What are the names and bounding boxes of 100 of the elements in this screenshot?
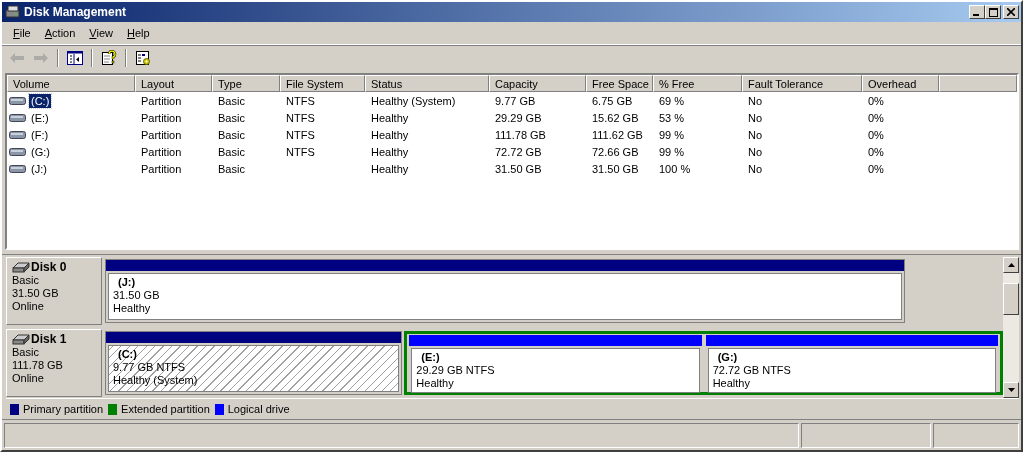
partition-status: Healthy bbox=[416, 377, 455, 390]
column-header[interactable]: Free Space bbox=[586, 75, 653, 92]
table-cell: 6.75 GB bbox=[592, 94, 633, 107]
table-cell: NTFS bbox=[286, 128, 315, 141]
menu-item[interactable]: View bbox=[82, 27, 120, 39]
table-cell: Healthy bbox=[371, 111, 409, 124]
table-cell: Basic bbox=[218, 145, 245, 158]
partition-label: (G:) bbox=[716, 351, 739, 364]
table-cell: Basic bbox=[218, 128, 245, 141]
table-cell: NTFS bbox=[286, 145, 315, 158]
table-cell: Partition bbox=[141, 128, 182, 141]
table-cell: 29.29 GB bbox=[495, 111, 542, 124]
drive-icon bbox=[9, 163, 27, 174]
table-cell: 9.77 GB bbox=[495, 94, 536, 107]
table-cell: Healthy bbox=[371, 162, 409, 175]
drive-label[interactable]: (E:) bbox=[29, 110, 51, 125]
drive-icon bbox=[9, 95, 27, 106]
disk-name: Disk 0 bbox=[31, 261, 67, 274]
table-cell: NTFS bbox=[286, 94, 315, 107]
right-arrow-icon bbox=[34, 53, 48, 63]
table-cell: 72.72 GB bbox=[495, 145, 542, 158]
column-header[interactable]: % Free bbox=[653, 75, 742, 92]
legend-label: Logical drive bbox=[227, 403, 290, 415]
column-header[interactable]: Layout bbox=[135, 75, 212, 92]
table-cell: No bbox=[748, 128, 763, 141]
close-icon bbox=[1007, 8, 1015, 16]
drive-label[interactable]: (F:) bbox=[29, 127, 51, 142]
partition-size: 9.77 GB NTFS bbox=[113, 361, 187, 374]
minimize-button[interactable] bbox=[969, 5, 985, 19]
partition-size: 31.50 GB bbox=[113, 289, 161, 302]
partition-status: Healthy (System) bbox=[113, 374, 199, 387]
drive-icon bbox=[9, 146, 27, 157]
column-header[interactable]: Volume bbox=[7, 75, 135, 92]
maximize-button[interactable] bbox=[985, 5, 1001, 19]
disk-info-panel[interactable]: Disk 0 Basic 31.50 GB Online bbox=[6, 257, 102, 325]
table-cell: 111.62 GB bbox=[592, 128, 643, 141]
table-cell: Basic bbox=[218, 162, 245, 175]
column-header[interactable]: Status bbox=[365, 75, 489, 92]
column-header[interactable]: Fault Tolerance bbox=[742, 75, 862, 92]
table-cell: Healthy bbox=[371, 128, 409, 141]
column-header[interactable]: Type bbox=[212, 75, 280, 92]
left-arrow-icon bbox=[10, 53, 24, 63]
column-header[interactable]: Overhead bbox=[862, 75, 939, 92]
partition-label: (C:) bbox=[117, 348, 138, 361]
disk-icon bbox=[12, 334, 30, 345]
partition-status: Healthy bbox=[113, 302, 152, 315]
maximize-icon bbox=[988, 7, 998, 17]
column-header[interactable]: Capacity bbox=[489, 75, 586, 92]
table-cell: Healthy (System) bbox=[371, 94, 456, 107]
menu-item[interactable]: File bbox=[6, 27, 38, 39]
table-cell: No bbox=[748, 94, 763, 107]
table-cell: No bbox=[748, 145, 763, 158]
table-cell: 0% bbox=[868, 162, 884, 175]
menu-item[interactable]: Action bbox=[37, 27, 83, 39]
disk-type: Basic bbox=[12, 274, 40, 287]
legend-label: Extended partition bbox=[121, 403, 210, 415]
partition-block[interactable]: (J:) 31.50 GB Healthy bbox=[105, 259, 905, 323]
table-cell: 99 % bbox=[659, 128, 685, 141]
table-cell: 69 % bbox=[659, 94, 685, 107]
table-cell: 53 % bbox=[659, 111, 685, 124]
drive-label[interactable]: (C:) bbox=[29, 93, 52, 108]
table-cell: 0% bbox=[868, 145, 884, 158]
partition-block[interactable]: (G:) 72.72 GB NTFS Healthy bbox=[704, 334, 999, 391]
table-cell: 0% bbox=[868, 111, 884, 124]
disk-info-panel[interactable]: Disk 1 Basic 111.78 GB Online bbox=[6, 329, 102, 397]
table-cell: 31.50 GB bbox=[495, 162, 542, 175]
table-cell: Partition bbox=[141, 111, 182, 124]
extended-partition[interactable]: (E:) 29.29 GB NTFS Healthy (G:) 72.72 GB NTFS Healthy bbox=[404, 331, 1003, 395]
column-header[interactable]: File System bbox=[280, 75, 365, 92]
drive-icon bbox=[9, 112, 27, 123]
table-cell: 31.50 GB bbox=[592, 162, 639, 175]
table-cell: 0% bbox=[868, 128, 884, 141]
table-cell: Basic bbox=[218, 94, 245, 107]
table-cell: NTFS bbox=[286, 111, 315, 124]
table-cell: 72.66 GB bbox=[592, 145, 639, 158]
table-cell: No bbox=[748, 111, 763, 124]
disk-icon bbox=[12, 262, 30, 273]
drive-label[interactable]: (G:) bbox=[29, 144, 52, 159]
drive-icon bbox=[9, 129, 27, 140]
partition-size: 29.29 GB NTFS bbox=[416, 364, 496, 377]
table-cell: 111.78 GB bbox=[495, 128, 546, 141]
table-cell: 0% bbox=[868, 94, 884, 107]
table-cell: Healthy bbox=[371, 145, 409, 158]
table-cell: Basic bbox=[218, 111, 245, 124]
menu-item[interactable]: Help bbox=[120, 27, 157, 39]
close-button[interactable] bbox=[1003, 5, 1019, 19]
disk-type: Basic bbox=[12, 346, 40, 359]
legend-label: Primary partition bbox=[23, 403, 104, 415]
table-cell: 99 % bbox=[659, 145, 685, 158]
partition-label: (E:) bbox=[420, 351, 441, 364]
partition-block[interactable]: (C:) 9.77 GB NTFS Healthy (System) bbox=[105, 331, 403, 395]
drive-label[interactable]: (J:) bbox=[29, 161, 49, 176]
partition-block[interactable]: (E:) 29.29 GB NTFS Healthy bbox=[408, 334, 703, 391]
table-cell: No bbox=[748, 162, 763, 175]
disk-icon bbox=[5, 4, 21, 20]
disk-size: 31.50 GB bbox=[12, 287, 60, 300]
table-cell: 15.62 GB bbox=[592, 111, 639, 124]
disk-status: Online bbox=[12, 300, 45, 313]
scroll-bar[interactable] bbox=[1003, 257, 1019, 398]
table-cell: Partition bbox=[141, 145, 182, 158]
